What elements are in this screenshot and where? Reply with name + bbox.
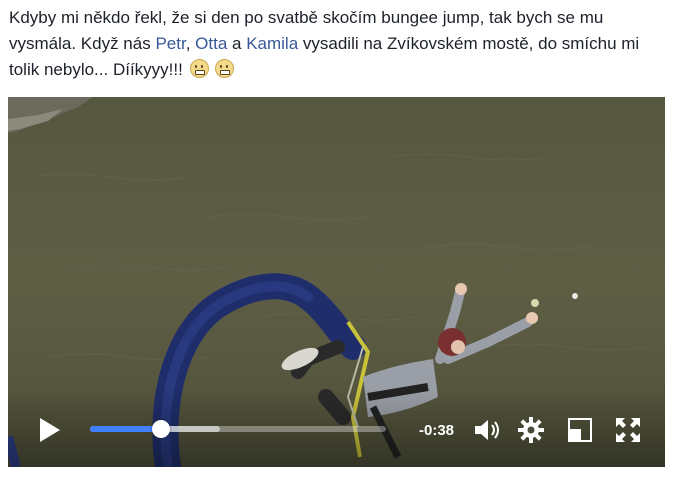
played-bar — [90, 426, 162, 432]
post-text-separator: a — [227, 34, 247, 53]
volume-icon[interactable] — [473, 418, 503, 442]
mention-otta[interactable]: Otta — [195, 34, 227, 53]
mention-kamila[interactable]: Kamila — [246, 34, 298, 53]
video-player[interactable]: -0:38 — [8, 97, 665, 467]
grimacing-emoji-icon — [215, 59, 235, 78]
fullscreen-icon[interactable] — [616, 418, 640, 442]
progress-bar[interactable] — [90, 420, 386, 438]
mention-petr[interactable]: Petr — [155, 34, 185, 53]
play-icon[interactable] — [38, 417, 62, 443]
post-text: Kdyby mi někdo řekl, že si den po svatbě… — [9, 5, 669, 83]
post-text-separator: , — [185, 34, 196, 53]
scrubber-handle[interactable] — [152, 420, 171, 438]
grimacing-emoji-icon — [189, 59, 209, 78]
time-remaining: -0:38 — [419, 422, 455, 439]
pip-icon[interactable] — [568, 418, 592, 442]
settings-icon[interactable] — [518, 417, 544, 443]
